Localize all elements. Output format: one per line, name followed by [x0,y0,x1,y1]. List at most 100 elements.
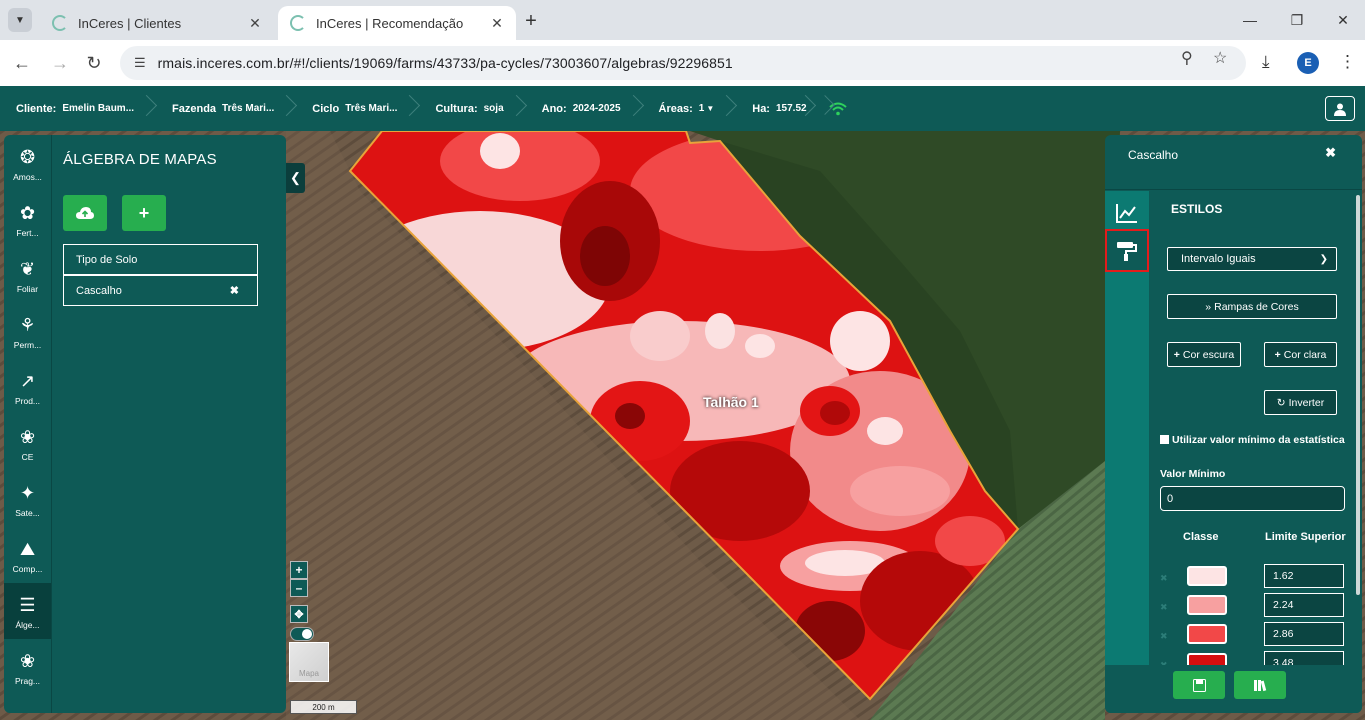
layer-item-cascalho[interactable]: Cascalho ✖ [63,275,258,306]
window-close-icon[interactable]: ✕ [1329,8,1357,32]
rail-item-foliar[interactable]: ❦ Foliar [4,247,51,303]
rail-item-pragas[interactable]: ❀ Prag... [4,639,51,695]
refresh-icon: ↻ [1276,396,1286,409]
address-bar-row: ← → ↻ ☰ rmais.inceres.com.br/#!/clients/… [0,40,1365,86]
tab-search-button[interactable]: ▼ [8,8,32,32]
save-button[interactable] [1173,671,1225,699]
styles-tab[interactable] [1105,229,1149,272]
rail-item-algebra[interactable]: ☰ Álge... [4,583,51,639]
chevron-down-icon: ▼ [706,104,715,113]
breadcrumb-areas[interactable]: Áreas: 1 ▼ [643,86,737,131]
browser-tab-recomendacao[interactable]: InCeres | Recomendação ✕ [278,6,516,40]
map-scale-bar: 200 m [290,700,357,714]
breadcrumb-fazenda[interactable]: Fazenda Três Mari... [156,86,296,131]
library-button[interactable] [1234,671,1286,699]
url-text: rmais.inceres.com.br/#!/clients/19069/fa… [157,55,733,71]
terrain-icon: ⛰ [19,538,36,559]
upload-button[interactable] [63,195,107,231]
chevron-down-icon: ❯ [1319,253,1328,265]
rail-item-produtividade[interactable]: ↗ Prod... [4,359,51,415]
user-icon [1334,103,1346,116]
tab-title: InCeres | Clientes [78,15,182,31]
drag-handle-icon[interactable]: ✖ [1160,573,1168,583]
rail-item-satelite[interactable]: ✦ Sate... [4,471,51,527]
layer-toggle[interactable] [290,627,314,641]
breadcrumb-ano[interactable]: Ano: 2024-2025 [526,86,643,131]
area-chart-icon [1116,203,1137,223]
use-min-stat-checkbox-row[interactable]: Utilizar valor mínimo da estatística [1160,433,1345,447]
inceres-favicon-icon [290,15,306,31]
move-icon: ✥ [294,608,304,621]
browser-tab-clientes[interactable]: InCeres | Clientes ✕ [40,6,274,40]
panel-scrollbar[interactable] [1356,195,1360,595]
profile-avatar[interactable]: E [1297,52,1319,74]
class-color-swatch[interactable] [1187,566,1227,586]
zoom-out-button[interactable]: – [290,579,308,597]
download-icon[interactable]: ⤓ [1262,52,1270,72]
class-color-swatch[interactable] [1187,624,1227,644]
class-limit-input[interactable]: 2.86 [1264,622,1344,646]
zoom-in-button[interactable]: + [290,561,308,579]
class-limit-input[interactable]: 2.24 [1264,593,1344,617]
minimize-icon[interactable]: — [1236,8,1264,32]
sprout-icon: ❀ [19,426,36,447]
invert-button[interactable]: ↻ Inverter [1264,390,1337,415]
inceres-favicon-icon [52,15,68,31]
double-chevron-down-icon: » [1205,300,1212,313]
restore-icon[interactable]: ❐ [1283,8,1311,32]
min-value-label: Valor Mínimo [1160,468,1226,480]
dark-color-button[interactable]: + Cor escura [1167,342,1241,367]
zoom-icon[interactable]: ⚲ [1181,48,1193,68]
class-row: ✖ 1.62 [1160,564,1345,590]
rail-item-fertilidade[interactable]: ✿ Fert... [4,191,51,247]
min-value-input[interactable]: 0 [1160,486,1345,511]
limit-column-header: Limite Superior [1265,531,1346,543]
light-color-button[interactable]: + Cor clara [1264,342,1337,367]
back-button[interactable]: ← [9,50,35,76]
forward-button[interactable]: → [47,50,73,76]
save-icon [1192,678,1206,692]
close-icon[interactable]: ✕ [488,14,506,32]
sampling-icon: ❂ [19,146,36,167]
class-row: ✖ 2.24 [1160,593,1345,619]
breadcrumb-cultura[interactable]: Cultura: soja [419,86,525,131]
site-settings-icon[interactable]: ☰ [134,55,146,71]
pan-move-button[interactable]: ✥ [290,605,308,623]
close-icon[interactable]: ✕ [246,14,264,32]
basemap-switcher[interactable]: Mapa [289,642,329,682]
books-icon [1254,679,1267,691]
add-layer-button[interactable]: + [122,195,166,231]
algebra-panel: ÁLGEBRA DE MAPAS + Tipo de Solo Cascalho… [51,135,286,713]
close-icon[interactable]: ✖ [1325,145,1336,161]
cloud-upload-icon [76,207,94,219]
class-color-swatch[interactable] [1187,595,1227,615]
use-min-stat-checkbox[interactable] [1160,435,1169,444]
remove-layer-icon[interactable]: ✖ [230,284,239,297]
breadcrumb-cliente[interactable]: Cliente: Emelin Baum... [0,86,156,131]
classification-method-select[interactable]: Intervalo Iguais ❯ [1167,247,1337,271]
rail-item-compactacao[interactable]: ⛰ Comp... [4,527,51,583]
kebab-menu-icon[interactable]: ⋮ [1339,52,1356,72]
statistics-tab[interactable] [1105,191,1149,234]
collapse-panel-button[interactable]: ❮ [286,163,305,193]
style-panel-title: Cascalho [1128,148,1179,162]
satellite-icon: ✦ [19,482,36,503]
rail-item-amostragem[interactable]: ❂ Amos... [4,135,51,191]
drag-handle-icon[interactable]: ✖ [1160,631,1168,641]
class-limit-input[interactable]: 1.62 [1264,564,1344,588]
bug-icon: ❀ [19,650,36,671]
rail-item-ce[interactable]: ❀ CE [4,415,51,471]
url-bar[interactable]: ☰ rmais.inceres.com.br/#!/clients/19069/… [120,46,1246,80]
bookmark-star-icon[interactable]: ☆ [1213,48,1227,68]
drag-handle-icon[interactable]: ✖ [1160,602,1168,612]
class-row: ✖ 2.86 [1160,622,1345,648]
color-ramps-button[interactable]: » Rampas de Cores [1167,294,1337,319]
style-panel-sidebar [1105,191,1149,665]
new-tab-button[interactable]: + [520,10,542,32]
reload-button[interactable]: ↻ [81,50,107,76]
user-button[interactable] [1325,96,1355,121]
breadcrumb-ciclo[interactable]: Ciclo Três Mari... [296,86,419,131]
rail-item-permanente[interactable]: ⚘ Perm... [4,303,51,359]
layer-item-tipo-de-solo[interactable]: Tipo de Solo [63,244,258,275]
paint-roller-icon [1117,241,1137,261]
